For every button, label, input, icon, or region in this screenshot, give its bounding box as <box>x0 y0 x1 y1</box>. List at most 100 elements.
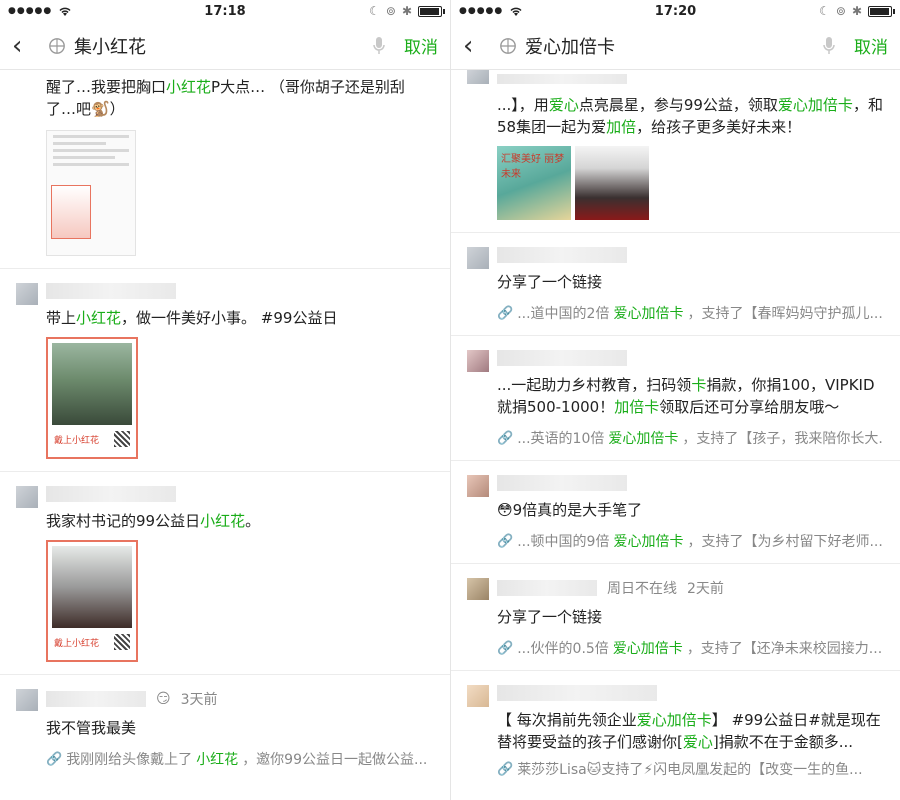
keyword-highlight: 爱心加倍卡 <box>636 711 712 729</box>
shared-link[interactable]: 🔗 ...英语的10倍 爱心加倍卡 ，支持了【孩子，我来陪你长大... <box>497 428 884 448</box>
post-text: 分享了一个链接 <box>497 273 603 291</box>
avatar[interactable] <box>467 475 489 497</box>
post-text-part: ...一起助力乡村教育，扫码领 <box>497 376 692 394</box>
result-feed: ...】，用爱心点亮晨星，参与99公益，领取爱心加倍卡，和58集团一起为爱加倍，… <box>451 70 900 791</box>
list-item[interactable]: 😏 3天前 我不管我最美 🔗 我刚刚给头像戴上了 小红花 ，邀你99公益日一起做公益… <box>0 675 450 781</box>
list-item[interactable]: 【 每次捐前先领企业爱心加倍卡】 #99公益日#就是现在 替将要受益的孩子们感谢… <box>451 671 900 791</box>
blurred-name <box>46 691 146 707</box>
post-text-part: 醒了…我要把胸口 <box>46 78 167 96</box>
clock: 17:18 <box>204 3 246 19</box>
link-icon: 🔗 <box>497 430 514 446</box>
image-thumbnail[interactable] <box>575 146 649 220</box>
avatar[interactable] <box>16 689 38 711</box>
search-header: ‹ 集小红花 取消 <box>0 22 450 70</box>
post-time: 3天前 <box>180 692 218 708</box>
post-text: ...一起助力乡村教育，扫码领卡捐款，你捐100，VIPKID就捐500-100… <box>497 374 884 418</box>
cancel-button[interactable]: 取消 <box>404 33 438 58</box>
shared-link[interactable]: 🔗 我刚刚给头像戴上了 小红花 ，邀你99公益日一起做公益... <box>46 749 434 769</box>
battery-icon <box>418 5 445 17</box>
shared-link[interactable]: 🔗 ...道中国的2倍 爱心加倍卡 ，支持了【春晖妈妈守护孤儿... <box>497 303 884 323</box>
post-text: 【 每次捐前先领企业爱心加倍卡】 #99公益日#就是现在 替将要受益的孩子们感谢… <box>497 709 884 753</box>
avatar[interactable] <box>467 685 489 707</box>
link-text: 我刚刚给头像戴上了 <box>66 752 193 768</box>
avatar[interactable] <box>16 486 38 508</box>
blurred-name <box>46 283 176 299</box>
back-icon[interactable]: ‹ <box>12 33 38 59</box>
post-text-part: ，给孩子更多美好未来！ <box>636 118 802 136</box>
user-name[interactable]: 周日不在线 <box>607 578 677 598</box>
keyword-highlight: 爱心加倍卡 <box>613 534 684 550</box>
post-text-part: 点亮晨星，参与99公益，领取 <box>578 96 778 114</box>
blurred-name <box>497 350 627 366</box>
link-text: ，支持了【为乡村留下好老师... <box>687 534 883 550</box>
post-meta: 😏 3天前 <box>46 689 434 709</box>
post-meta: 周日不在线 2天前 <box>497 578 884 598</box>
keyword-highlight: 加倍 <box>606 118 637 136</box>
poster-image[interactable]: 戴上小红花 <box>46 540 138 662</box>
post-text: 带上小红花，做一件美好小事。 #99公益日 <box>46 307 434 329</box>
link-text: ...英语的10倍 <box>517 431 605 447</box>
list-item[interactable]: 😳9倍真的是大手笔了 🔗 ...顿中国的9倍 爱心加倍卡 ，支持了【为乡村留下好老师… <box>451 461 900 564</box>
poster-caption: 戴上小红花 <box>54 435 100 446</box>
avatar[interactable] <box>467 70 489 84</box>
moments-icon <box>500 37 516 54</box>
keyword-highlight: 小红花 <box>196 752 239 768</box>
keyword-highlight: 卡 <box>691 376 707 394</box>
list-item[interactable]: 分享了一个链接 🔗 ...道中国的2倍 爱心加倍卡 ，支持了【春晖妈妈守护孤儿... <box>451 233 900 336</box>
shared-link[interactable]: 🔗 ...伙伴的0.5倍 爱心加倍卡 ，支持了【还净未来校园接力... <box>497 638 884 658</box>
link-text: ...伙伴的0.5倍 <box>517 641 609 657</box>
blurred-name <box>46 486 176 502</box>
post-text: 我家村书记的99公益日小红花。 <box>46 510 434 532</box>
avatar[interactable] <box>16 283 38 305</box>
search-query[interactable]: 爱心加倍卡 <box>525 33 615 59</box>
post-text-part: ]捐款不在于金额多... <box>712 733 854 751</box>
image-grid: 汇聚美好 丽梦未来 <box>497 146 884 220</box>
search-query[interactable]: 集小红花 <box>74 33 146 59</box>
link-icon: 🔗 <box>497 305 514 321</box>
qr-code-icon <box>114 634 130 650</box>
screenshot-image[interactable] <box>46 130 136 256</box>
cancel-button[interactable]: 取消 <box>854 33 888 58</box>
post-text: ...】，用爱心点亮晨星，参与99公益，领取爱心加倍卡，和58集团一起为爱加倍，… <box>497 94 884 138</box>
link-icon: 🔗 <box>497 761 514 777</box>
list-item[interactable]: 我家村书记的99公益日小红花。 戴上小红花 <box>0 472 450 675</box>
post-text-part: ，做一件美好小事。 #99公益日 <box>121 309 338 327</box>
microphone-icon[interactable] <box>822 36 836 56</box>
keyword-highlight: 小红花 <box>76 309 122 327</box>
image-thumbnail[interactable]: 汇聚美好 丽梦未来 <box>497 146 571 220</box>
post-text-part: ...】，用 <box>497 96 549 114</box>
link-text: ，邀你99公益日一起做公益... <box>242 752 428 768</box>
post-time: 2天前 <box>687 581 724 597</box>
keyword-highlight: 爱心加倍卡 <box>612 641 683 657</box>
left-panel: ●●●●● 17:18 ☾ ⊚ ✱ ‹ 集小红花 取消 醒了…我要把胸口小红花P… <box>0 0 450 800</box>
shared-link[interactable]: 🔗 莱莎莎Lisa🐱支持了⚡闪电凤凰发起的【改变一生的鱼... <box>497 759 884 779</box>
link-text: 莱莎莎Lisa🐱支持了⚡闪电凤凰发起的【改变一生的鱼... <box>517 762 863 778</box>
post-text-part: 领取后还可分享给朋友哦～ <box>659 398 840 416</box>
list-item[interactable]: ...】，用爱心点亮晨星，参与99公益，领取爱心加倍卡，和58集团一起为爱加倍，… <box>451 70 900 233</box>
mini-poster-image <box>51 185 91 239</box>
link-icon: 🔗 <box>46 751 63 767</box>
list-item[interactable]: 周日不在线 2天前 分享了一个链接 🔗 ...伙伴的0.5倍 爱心加倍卡 ，支持了【… <box>451 564 900 671</box>
keyword-highlight: 加倍卡 <box>614 398 660 416</box>
list-item[interactable]: 醒了…我要把胸口小红花P大点… （哥你胡子还是别刮了…吧🐒） <box>0 70 450 269</box>
poster-image[interactable]: 戴上小红花 <box>46 337 138 459</box>
thumbnail-title: 汇聚美好 丽梦未来 <box>501 154 565 180</box>
shared-link[interactable]: 🔗 ...顿中国的9倍 爱心加倍卡 ，支持了【为乡村留下好老师... <box>497 531 884 551</box>
list-item[interactable]: ...一起助力乡村教育，扫码领卡捐款，你捐100，VIPKID就捐500-100… <box>451 336 900 461</box>
avatar[interactable] <box>467 247 489 269</box>
avatar[interactable] <box>467 350 489 372</box>
back-icon[interactable]: ‹ <box>463 33 489 59</box>
link-text: ，支持了【还净未来校园接力... <box>686 641 883 657</box>
avatar[interactable] <box>467 578 489 600</box>
list-item[interactable]: 带上小红花，做一件美好小事。 #99公益日 戴上小红花 <box>0 269 450 472</box>
keyword-highlight: 爱心加倍卡 <box>608 431 679 447</box>
emoji: 😏 <box>156 691 171 707</box>
poster-caption: 戴上小红花 <box>54 638 100 649</box>
link-icon: 🔗 <box>497 640 514 656</box>
microphone-icon[interactable] <box>372 36 386 56</box>
post-text: 分享了一个链接 <box>497 608 603 626</box>
post-text: 😳9倍真的是大手笔了 <box>497 501 643 519</box>
search-header: ‹ 爱心加倍卡 取消 <box>451 22 900 70</box>
link-text: ，支持了【春晖妈妈守护孤儿... <box>687 306 883 322</box>
status-bar: ●●●●● 17:20 ☾ ⊚ ✱ <box>451 0 900 22</box>
